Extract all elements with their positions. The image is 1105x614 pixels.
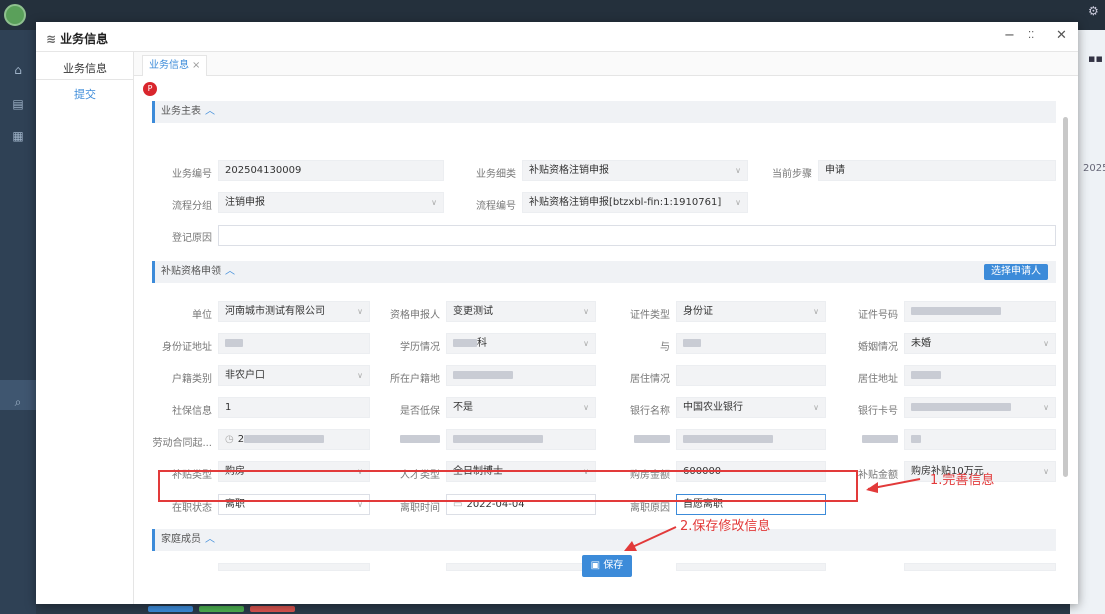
save-button[interactable]: ▣ 保存	[582, 555, 632, 577]
annotation-step-1: 1.完善信息	[930, 473, 995, 488]
annotation-step-2: 2.保存修改信息	[680, 519, 771, 534]
annotation-arrows	[624, 478, 921, 551]
save-icon: ▣	[590, 560, 604, 571]
arrow-line-2	[627, 526, 677, 550]
arrow-head-1	[866, 482, 878, 493]
save-button-label: 保存	[603, 560, 624, 571]
